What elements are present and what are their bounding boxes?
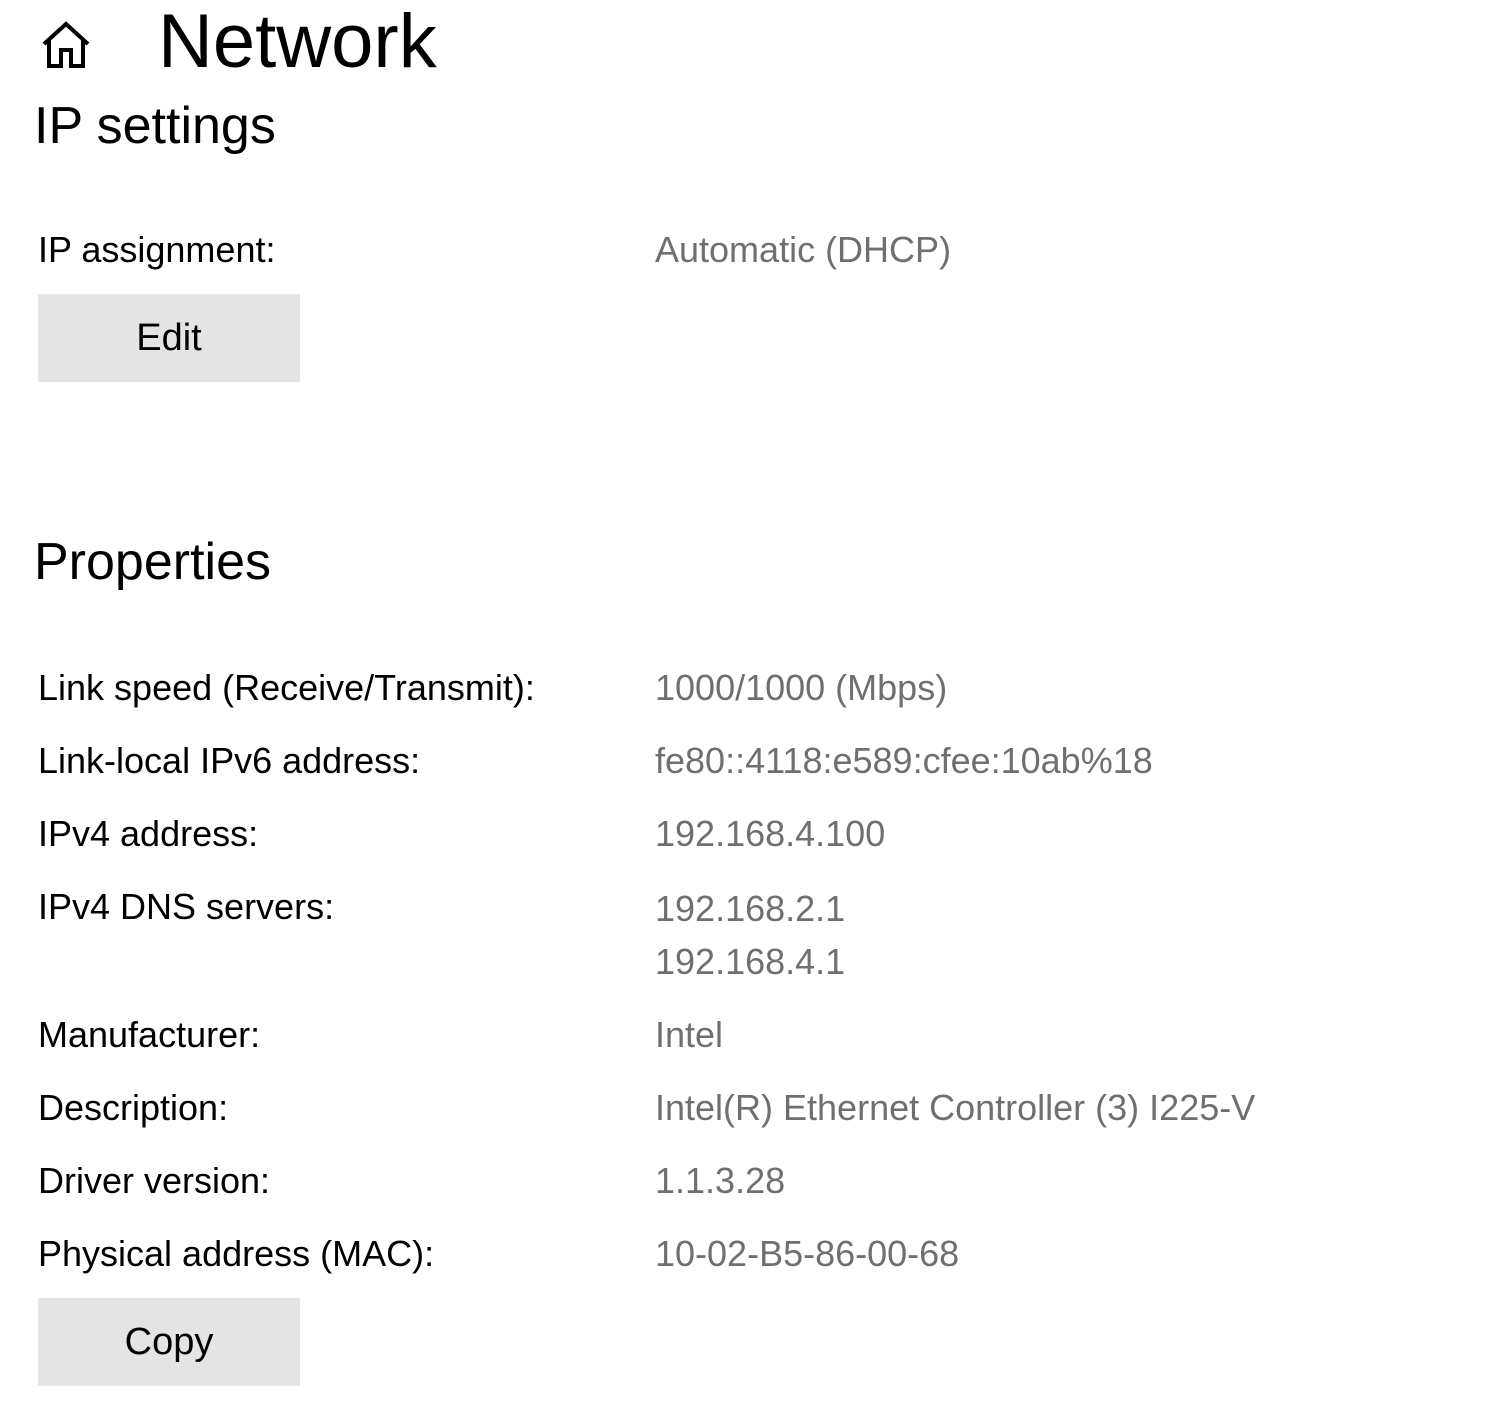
page-title: Network xyxy=(158,0,437,84)
ipv4-dns-value-2: 192.168.4.1 xyxy=(655,941,846,982)
ipv4-address-value: 192.168.4.100 xyxy=(655,813,886,854)
home-icon[interactable] xyxy=(38,16,94,72)
driver-version-value: 1.1.3.28 xyxy=(655,1160,786,1201)
copy-button[interactable]: Copy xyxy=(38,1298,300,1386)
ip-settings-title: IP settings xyxy=(34,97,276,155)
mac-address-label: Physical address (MAC): xyxy=(38,1233,435,1274)
driver-version-label: Driver version: xyxy=(38,1160,271,1201)
properties-title: Properties xyxy=(34,533,271,591)
ipv4-address-label: IPv4 address: xyxy=(38,813,259,854)
manufacturer-label: Manufacturer: xyxy=(38,1014,261,1055)
description-value: Intel(R) Ethernet Controller (3) I225-V xyxy=(655,1087,1256,1128)
ipv4-dns-label: IPv4 DNS servers: xyxy=(38,886,335,927)
ipv4-dns-value-1: 192.168.2.1 xyxy=(655,888,846,929)
page-header xyxy=(38,0,94,84)
mac-address-value: 10-02-B5-86-00-68 xyxy=(655,1233,960,1274)
link-speed-label: Link speed (Receive/Transmit): xyxy=(38,667,535,708)
ipv6-address-value: fe80::4118:e589:cfee:10ab%18 xyxy=(655,740,1153,781)
link-speed-value: 1000/1000 (Mbps) xyxy=(655,667,948,708)
description-label: Description: xyxy=(38,1087,229,1128)
ipv6-address-label: Link-local IPv6 address: xyxy=(38,740,421,781)
ip-assignment-value: Automatic (DHCP) xyxy=(655,229,952,270)
ip-assignment-label: IP assignment: xyxy=(38,229,276,270)
manufacturer-value: Intel xyxy=(655,1014,724,1055)
edit-button[interactable]: Edit xyxy=(38,294,300,382)
